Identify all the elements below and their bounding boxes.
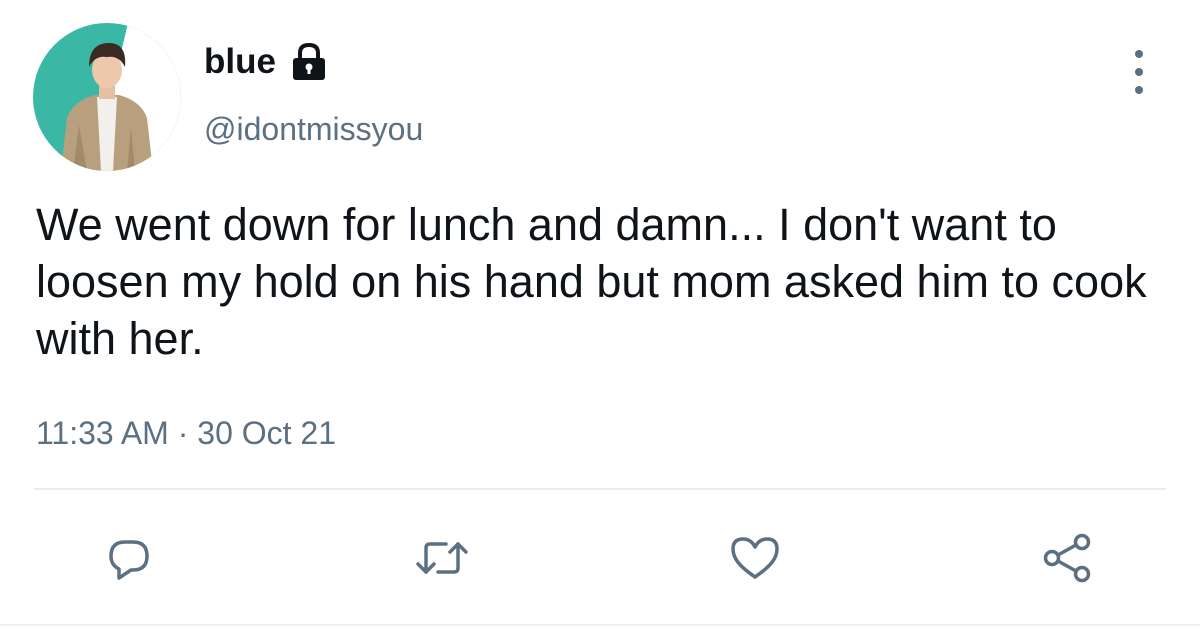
action-bar bbox=[0, 530, 1200, 586]
more-vertical-icon[interactable] bbox=[1124, 50, 1154, 94]
reply-button[interactable] bbox=[101, 530, 157, 586]
timestamp[interactable]: 11:33 AM · 30 Oct 21 bbox=[36, 414, 336, 452]
reply-icon bbox=[109, 540, 149, 580]
timestamp-separator: · bbox=[168, 415, 198, 451]
user-handle[interactable]: @idontmissyou bbox=[204, 110, 423, 148]
lock-icon bbox=[290, 42, 328, 82]
share-icon bbox=[1043, 533, 1091, 583]
divider bbox=[34, 488, 1166, 490]
avatar[interactable] bbox=[33, 23, 181, 171]
retweet-button[interactable] bbox=[414, 530, 470, 586]
share-button[interactable] bbox=[1040, 530, 1096, 586]
display-name-text: blue bbox=[204, 42, 276, 81]
tweet-time: 11:33 AM bbox=[36, 415, 169, 451]
display-name[interactable]: blue bbox=[204, 42, 328, 82]
like-button[interactable] bbox=[727, 530, 783, 586]
bottom-divider bbox=[0, 624, 1200, 626]
tweet-text: We went down for lunch and damn... I don… bbox=[36, 199, 1147, 364]
heart-icon bbox=[731, 537, 779, 579]
retweet-icon bbox=[416, 542, 468, 574]
tweet-date: 30 Oct 21 bbox=[197, 415, 337, 451]
